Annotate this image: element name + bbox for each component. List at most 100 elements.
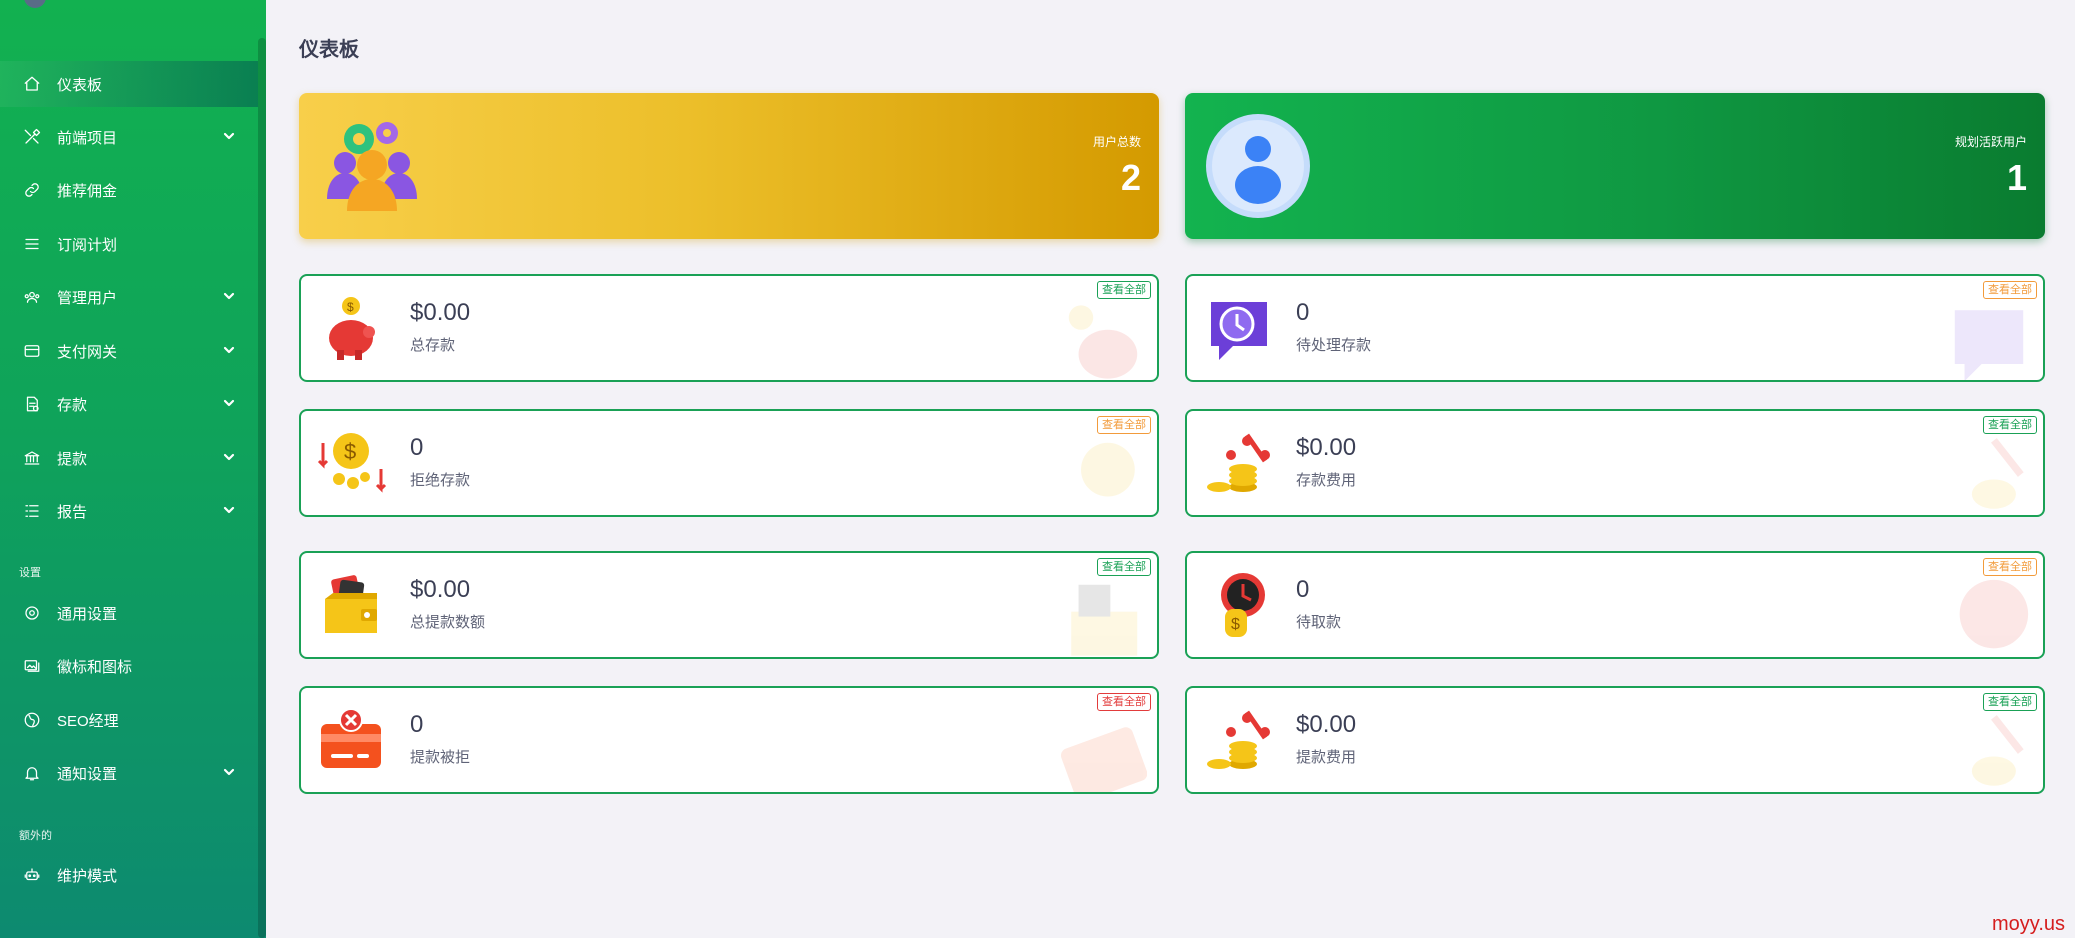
sidebar-item-users[interactable]: 管理用户 xyxy=(0,274,258,320)
stat-label: 总提款数额 xyxy=(410,614,486,631)
stat-card-withdraw-fee: $0.00 提款费用 查看全部 xyxy=(1185,686,2045,794)
wallet-icon xyxy=(317,569,389,641)
sidebar-scrollbar[interactable] xyxy=(258,38,266,938)
page-title: 仪表板 xyxy=(299,39,359,61)
tools-icon xyxy=(22,127,42,147)
credit-card-icon xyxy=(22,341,42,361)
sidebar-item-label: 报告 xyxy=(57,503,88,521)
stat-value: $0.00 xyxy=(410,299,471,326)
card-rejected-icon xyxy=(317,704,389,776)
sidebar: 仪表板 前端项目 推荐佣金 订阅计划 管理用户 支付网关 存款 提款 报告 设置 xyxy=(0,0,266,938)
stat-label: 待取款 xyxy=(1296,614,1342,631)
piggy-bank-icon xyxy=(1059,298,1147,380)
view-all-button[interactable]: 查看全部 xyxy=(1983,693,2037,711)
stat-label: 提款费用 xyxy=(1296,749,1357,766)
stat-card-pending-withdraw: $ 0 待取款 查看全部 xyxy=(1185,551,2045,659)
coins-percent-icon xyxy=(1945,710,2033,792)
watermark-text: moyy.us xyxy=(1992,913,2065,935)
bell-icon xyxy=(22,763,42,783)
svg-text:$: $ xyxy=(347,300,354,314)
sidebar-item-label: 管理用户 xyxy=(57,289,118,307)
sidebar-item-dashboard[interactable]: 仪表板 xyxy=(0,61,258,107)
sidebar-item-label: 徽标和图标 xyxy=(57,658,133,676)
sidebar-item-general-settings[interactable]: 通用设置 xyxy=(0,590,258,636)
hero-value: 2 xyxy=(1120,157,1141,198)
chevron-down-icon xyxy=(222,396,236,410)
view-all-button[interactable]: 查看全部 xyxy=(1097,693,1151,711)
view-all-button[interactable]: 查看全部 xyxy=(1097,281,1151,299)
sidebar-item-deposit[interactable]: 存款 xyxy=(0,381,258,427)
card-rejected-icon xyxy=(1059,710,1148,792)
stat-card-rejected-deposit: $ 0 拒绝存款 查看全部 xyxy=(299,409,1159,517)
stat-card-deposit-fee: $0.00 存款费用 查看全部 xyxy=(1185,409,2045,517)
stat-label: 待处理存款 xyxy=(1296,337,1372,354)
settings-circle-icon xyxy=(22,603,42,623)
sidebar-item-label: 支付网关 xyxy=(57,343,118,361)
sidebar-item-plans[interactable]: 订阅计划 xyxy=(0,221,258,267)
stat-value: $0.00 xyxy=(410,576,471,603)
coins-percent-icon xyxy=(1203,704,1275,776)
bank-icon xyxy=(22,448,42,468)
stat-card-pending-deposit: 0 待处理存款 查看全部 xyxy=(1185,274,2045,382)
coins-percent-icon xyxy=(1945,433,2033,515)
hero-value: 1 xyxy=(2006,157,2027,198)
stat-label: 总存款 xyxy=(410,337,456,354)
stat-value: $0.00 xyxy=(1296,434,1357,461)
report-list-icon xyxy=(22,501,42,521)
sidebar-item-seo[interactable]: SEO经理 xyxy=(0,697,258,743)
sidebar-section-heading: 额外的 xyxy=(19,830,52,842)
stat-value: $0.00 xyxy=(1296,711,1357,738)
stat-label: 提款被拒 xyxy=(410,749,471,766)
sidebar-item-referral[interactable]: 推荐佣金 xyxy=(0,167,258,213)
sidebar-item-label: 订阅计划 xyxy=(57,236,118,254)
stat-value: 0 xyxy=(1296,299,1310,326)
sidebar-item-label: 通用设置 xyxy=(57,605,118,623)
sidebar-item-logo-icons[interactable]: 徽标和图标 xyxy=(0,643,258,689)
clock-chat-icon xyxy=(1203,292,1275,364)
list-icon xyxy=(22,234,42,254)
sidebar-section-heading: 设置 xyxy=(19,567,41,579)
deposit-icon xyxy=(22,394,42,414)
clock-coin-icon xyxy=(1945,575,2033,657)
users-icon xyxy=(22,287,42,307)
stat-label: 存款费用 xyxy=(1296,472,1357,489)
view-all-button[interactable]: 查看全部 xyxy=(1983,416,2037,434)
sidebar-item-maintenance[interactable]: 维护模式 xyxy=(0,852,258,898)
coin-down-icon xyxy=(1059,433,1147,515)
view-all-button[interactable]: 查看全部 xyxy=(1097,416,1151,434)
users-gear-illustration-icon xyxy=(317,111,427,221)
stat-value: 0 xyxy=(410,434,424,461)
svg-text:$: $ xyxy=(1231,616,1240,633)
sidebar-item-payment-gateway[interactable]: 支付网关 xyxy=(0,328,258,374)
view-all-button[interactable]: 查看全部 xyxy=(1983,281,2037,299)
chevron-down-icon xyxy=(222,503,236,517)
chevron-down-icon xyxy=(222,289,236,303)
stat-card-withdraw-rejected: 0 提款被拒 查看全部 xyxy=(299,686,1159,794)
link-icon xyxy=(22,180,42,200)
sidebar-item-label: 前端项目 xyxy=(57,129,118,147)
sidebar-item-label: 存款 xyxy=(57,396,88,414)
clock-chat-icon xyxy=(1945,298,2033,380)
sidebar-item-label: 推荐佣金 xyxy=(57,182,118,200)
sidebar-item-frontend[interactable]: 前端项目 xyxy=(0,114,258,160)
chevron-down-icon xyxy=(222,765,236,779)
user-avatar-illustration-icon xyxy=(1203,111,1313,221)
chevron-down-icon xyxy=(222,129,236,143)
view-all-button[interactable]: 查看全部 xyxy=(1983,558,2037,576)
wallet-icon xyxy=(1059,575,1147,657)
chevron-down-icon xyxy=(222,343,236,357)
sidebar-item-label: 通知设置 xyxy=(57,765,118,783)
svg-text:$: $ xyxy=(344,439,356,464)
hero-card-total-users: 用户总数 2 xyxy=(299,93,1159,239)
hero-card-active-users: 规划活跃用户 1 xyxy=(1185,93,2045,239)
sidebar-item-reports[interactable]: 报告 xyxy=(0,488,258,534)
view-all-button[interactable]: 查看全部 xyxy=(1097,558,1151,576)
coin-down-icon: $ xyxy=(317,427,389,499)
chevron-down-icon xyxy=(222,450,236,464)
stat-value: 0 xyxy=(1296,576,1310,603)
sidebar-item-withdraw[interactable]: 提款 xyxy=(0,435,258,481)
images-icon xyxy=(22,656,42,676)
home-icon xyxy=(22,74,42,94)
sidebar-item-notification-settings[interactable]: 通知设置 xyxy=(0,750,258,796)
hero-label: 用户总数 xyxy=(1092,135,1141,149)
